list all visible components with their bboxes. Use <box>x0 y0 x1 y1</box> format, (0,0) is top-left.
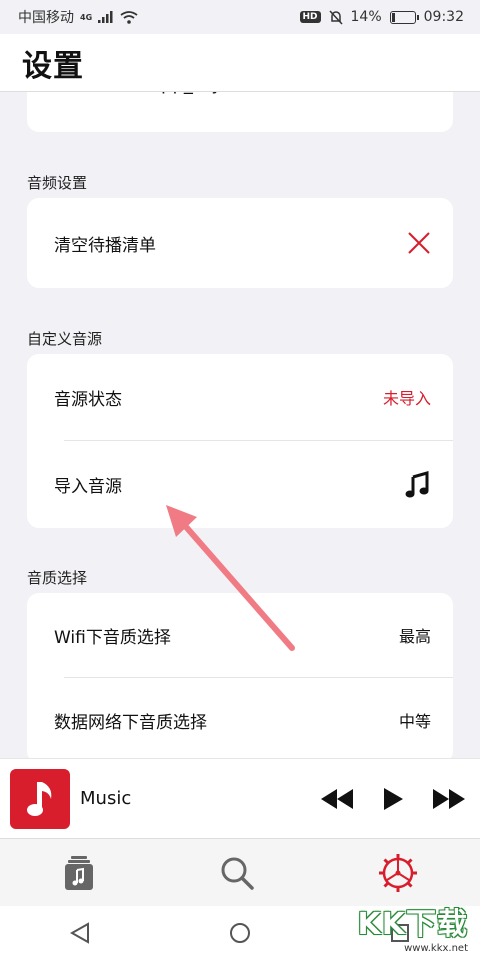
audio-settings-card: 清空待播清单 <box>27 198 453 288</box>
mobile-quality-row[interactable]: 数据网络下音质选择 中等 <box>27 678 453 758</box>
quality-card: Wifi下音质选择 最高 数据网络下音质选择 中等 <box>27 593 453 758</box>
source-status-value: 未导入 <box>382 389 431 408</box>
wifi-quality-label: Wifi下音质选择 <box>54 627 171 648</box>
signal-icon <box>98 11 113 23</box>
section-quality: 音质选择 <box>27 569 88 587</box>
partial-card: app_rhyme <box>27 92 453 132</box>
import-source-row[interactable]: 导入音源 <box>27 441 453 528</box>
tab-settings-icon[interactable] <box>379 853 418 892</box>
status-bar: 中国移动 4G HD 14% 09:32 <box>0 0 480 34</box>
carrier-text: 中国移动 <box>18 10 74 26</box>
wifi-quality-row[interactable]: Wifi下音质选择 最高 <box>27 593 453 677</box>
source-status-label: 音源状态 <box>54 389 122 410</box>
clear-queue-row[interactable]: 清空待播清单 <box>27 198 453 288</box>
source-status-row[interactable]: 音源状态 未导入 <box>27 354 453 440</box>
page-title: 设置 <box>22 48 84 84</box>
tab-bar <box>0 838 480 906</box>
clear-queue-label: 清空待播清单 <box>54 235 156 256</box>
mobile-quality-value: 中等 <box>398 712 431 731</box>
wifi-icon <box>120 10 138 24</box>
hd-badge: HD <box>299 11 321 23</box>
play-icon[interactable] <box>382 787 404 811</box>
home-icon[interactable] <box>229 922 251 944</box>
section-custom-source: 自定义音源 <box>27 330 103 348</box>
custom-source-card: 音源状态 未导入 导入音源 <box>27 354 453 528</box>
close-icon[interactable] <box>407 231 431 255</box>
settings-list[interactable]: app_rhyme 音频设置 清空待播清单 自定义音源 音源状态 未导入 导入音… <box>0 92 480 758</box>
album-art[interactable] <box>10 768 70 829</box>
tab-library-icon[interactable] <box>63 855 95 891</box>
clock: 09:32 <box>423 9 464 25</box>
watermark-logo: KK下载 <box>357 907 468 942</box>
mobile-quality-label: 数据网络下音质选择 <box>54 712 207 733</box>
mute-bell-icon <box>328 9 343 25</box>
watermark-url: www.kkx.net <box>404 943 468 954</box>
mini-player[interactable]: Music <box>0 758 480 838</box>
tab-search-icon[interactable] <box>220 856 254 890</box>
network-type: 4G <box>80 12 93 22</box>
watermark: KK下载 www.kkx.net <box>358 899 469 954</box>
music-note-icon <box>27 781 52 816</box>
battery-icon <box>389 10 419 24</box>
back-icon[interactable] <box>69 922 90 944</box>
section-audio-settings: 音频设置 <box>27 174 88 192</box>
wifi-quality-value: 最高 <box>398 627 431 646</box>
import-source-label: 导入音源 <box>54 477 122 497</box>
page-header: 设置 <box>0 34 480 92</box>
battery-percent: 14% <box>350 9 382 25</box>
partial-card-value: app_rhyme <box>150 92 251 95</box>
fast-forward-icon[interactable] <box>432 788 466 810</box>
player-track-title: Music <box>80 788 132 809</box>
music-note-icon[interactable] <box>405 470 431 499</box>
rewind-icon[interactable] <box>320 788 354 810</box>
